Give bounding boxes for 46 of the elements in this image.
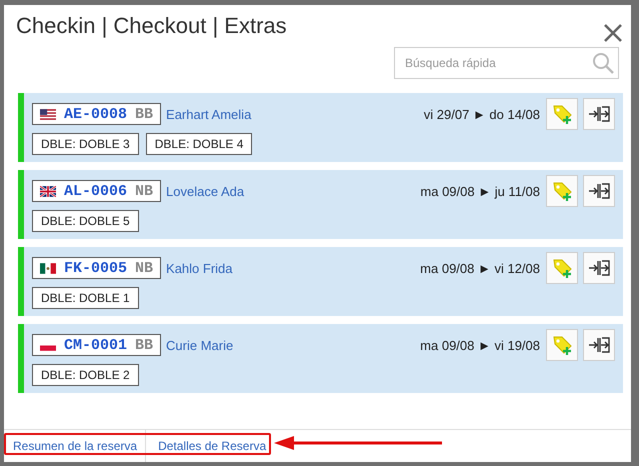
checkin-checkout-icon <box>588 106 610 122</box>
checkin-checkout-icon <box>588 183 610 199</box>
room-tag: DBLE: DOBLE 1 <box>32 287 139 309</box>
tag-plus-icon <box>551 103 573 125</box>
room-tag: DBLE: DOBLE 5 <box>32 210 139 232</box>
booking-code: CM-0001 <box>64 336 128 354</box>
booking-code: FK-0005 <box>64 260 128 276</box>
guest-name[interactable]: Kahlo Frida <box>166 260 416 276</box>
date-range: ma 09/08 ► ju 11/08 <box>420 184 540 198</box>
tag-plus-icon <box>551 180 573 202</box>
add-extra-button[interactable] <box>546 329 578 361</box>
room-tag: DBLE: DOBLE 3 <box>32 133 139 155</box>
close-icon[interactable] <box>603 23 623 43</box>
checkout-button[interactable] <box>583 329 615 361</box>
add-extra-button[interactable] <box>546 98 578 130</box>
board-code: BB <box>135 106 154 122</box>
search-icon <box>591 51 615 75</box>
modal-title: Checkin | Checkout | Extras <box>16 13 287 40</box>
checkout-button[interactable] <box>583 252 615 284</box>
date-range: vi 29/07 ► do 14/08 <box>424 106 540 122</box>
guest-name[interactable]: Earhart Amelia <box>166 106 419 122</box>
footer-tab[interactable]: Detalles de Reserva <box>145 430 274 462</box>
tag-plus-icon <box>551 334 573 356</box>
checkout-button[interactable] <box>583 98 615 130</box>
checkout-button[interactable] <box>583 175 615 207</box>
board-code: NB <box>135 182 154 200</box>
flag-icon <box>40 108 56 120</box>
board-code: BB <box>135 336 154 354</box>
guest-name[interactable]: Lovelace Ada <box>166 184 416 198</box>
room-tag: DBLE: DOBLE 2 <box>32 364 139 386</box>
booking-code: AE-0008 <box>64 106 128 122</box>
tag-plus-icon <box>551 257 573 279</box>
checkin-checkout-icon <box>588 260 610 276</box>
flag-icon <box>40 262 56 274</box>
checkin-checkout-icon <box>588 337 610 353</box>
footer-tab[interactable]: Resumen de la reserva <box>5 430 146 462</box>
add-extra-button[interactable] <box>546 252 578 284</box>
board-code: NB <box>135 260 154 276</box>
date-range: ma 09/08 ► vi 19/08 <box>420 338 540 352</box>
date-range: ma 09/08 ► vi 12/08 <box>420 260 540 276</box>
guest-name[interactable]: Curie Marie <box>166 338 416 352</box>
room-tag: DBLE: DOBLE 4 <box>146 133 252 155</box>
flag-icon <box>40 186 56 196</box>
booking-code: AL-0006 <box>64 182 128 200</box>
search-field[interactable]: Búsqueda rápida <box>394 47 619 79</box>
add-extra-button[interactable] <box>546 175 578 207</box>
